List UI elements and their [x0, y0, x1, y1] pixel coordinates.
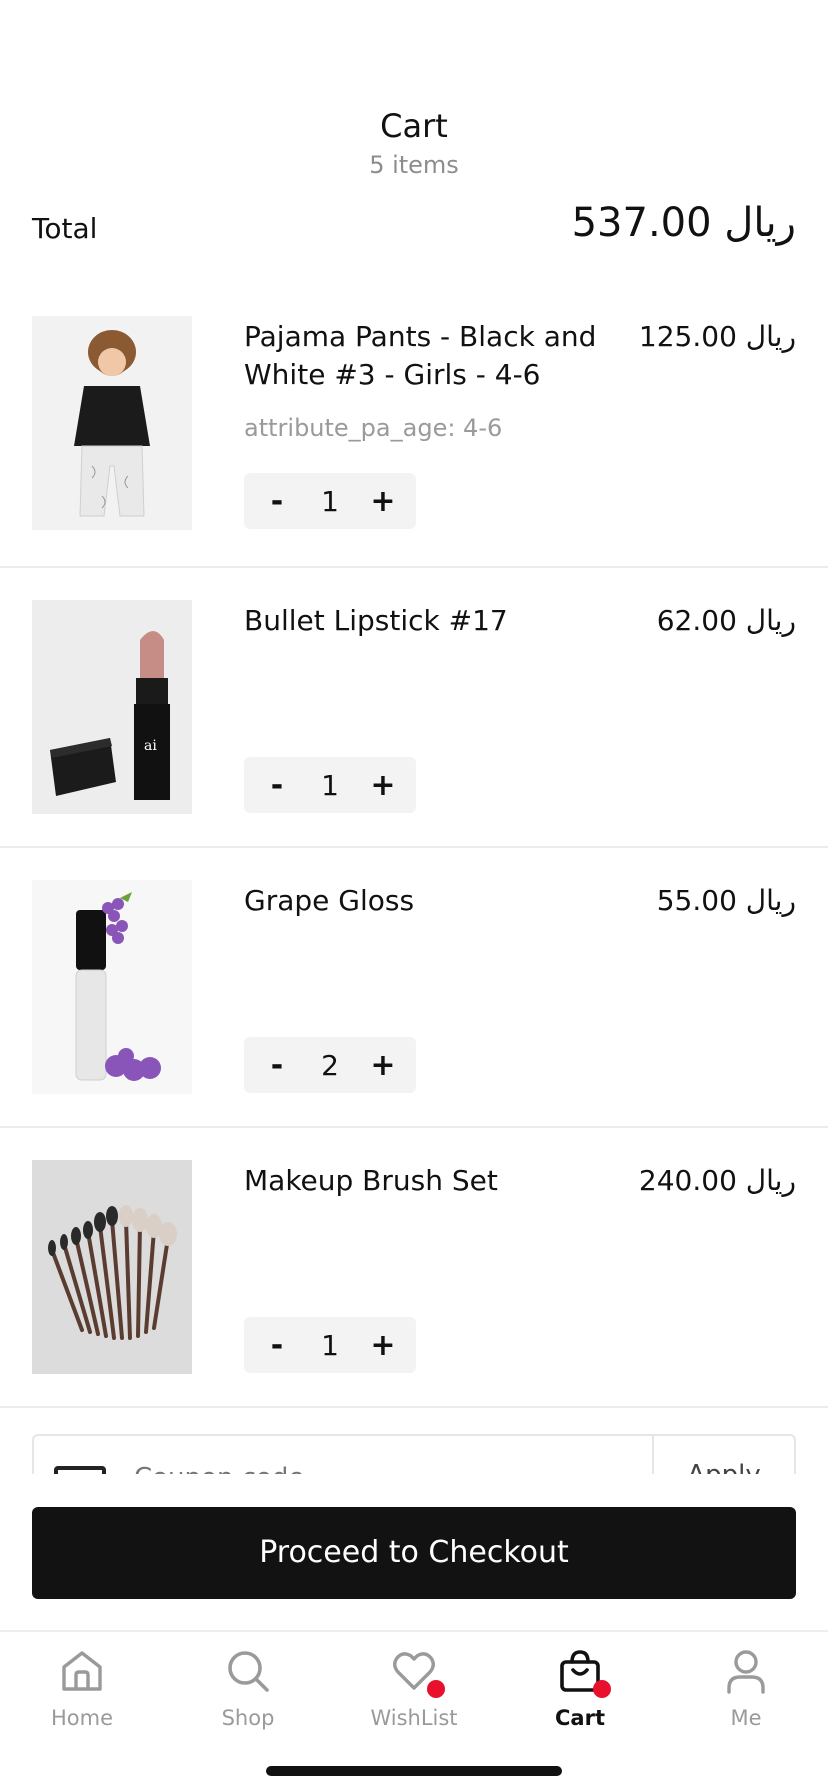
tab-wishlist[interactable]: WishList — [344, 1648, 484, 1730]
product-price: 240.00 ريال — [639, 1162, 796, 1200]
coupon-input[interactable] — [134, 1458, 534, 1474]
total-amount: 537.00 ريال — [572, 200, 796, 246]
total-row: Total 537.00 ريال — [32, 200, 796, 258]
tab-label: Me — [730, 1706, 762, 1730]
tab-label: Cart — [555, 1706, 605, 1730]
tab-label: Shop — [221, 1706, 275, 1730]
quantity-stepper: - 1 + — [244, 757, 416, 813]
quantity-value: 2 — [321, 1048, 339, 1082]
tab-home[interactable]: Home — [12, 1648, 152, 1730]
price-currency: ريال — [745, 1164, 796, 1197]
quantity-value: 1 — [321, 768, 339, 802]
decrease-button[interactable]: - — [262, 1048, 292, 1083]
apply-coupon-button[interactable]: Apply — [652, 1436, 794, 1474]
product-price: 55.00 ريال — [657, 882, 796, 920]
price-currency: ريال — [745, 604, 796, 637]
price-currency: ريال — [745, 884, 796, 917]
shopping-bag-icon — [557, 1648, 611, 1698]
product-name[interactable]: Pajama Pants - Black and White #3 - Girl… — [244, 318, 644, 394]
product-price: 62.00 ريال — [657, 602, 796, 640]
increase-button[interactable]: + — [368, 484, 398, 519]
price-value: 62.00 — [656, 604, 737, 637]
decrease-button[interactable]: - — [262, 1328, 292, 1363]
product-name[interactable]: Bullet Lipstick #17 — [244, 602, 644, 640]
price-value: 125.00 — [638, 320, 737, 353]
product-image-lipstick[interactable]: ai — [32, 600, 192, 814]
product-image-gloss[interactable] — [32, 880, 192, 1094]
quantity-stepper: - 1 + — [244, 1317, 416, 1373]
coupon-section: % Apply — [32, 1434, 796, 1474]
product-price: 125.00 ريال — [639, 318, 796, 356]
item-count: 5 items — [369, 151, 459, 179]
product-name[interactable]: Grape Gloss — [244, 882, 644, 920]
svg-text:ai: ai — [144, 738, 157, 754]
cart-item: Makeup Brush Set 240.00 ريال - 1 + — [0, 1128, 828, 1408]
tab-cart[interactable]: Cart — [510, 1648, 650, 1730]
home-indicator — [266, 1766, 562, 1776]
increase-button[interactable]: + — [368, 1048, 398, 1083]
quantity-stepper: - 2 + — [244, 1037, 416, 1093]
coupon-box: % Apply — [32, 1434, 796, 1474]
price-value: 240.00 — [638, 1164, 737, 1197]
cart-item: ai Bullet Lipstick #17 62.00 ريال - 1 + — [0, 568, 828, 848]
home-icon — [59, 1648, 105, 1698]
product-name[interactable]: Makeup Brush Set — [244, 1162, 644, 1200]
total-currency: ريال — [724, 200, 796, 246]
coupon-percent-icon: % — [54, 1466, 106, 1474]
cart-list: Pajama Pants - Black and White #3 - Girl… — [0, 284, 828, 1408]
total-label: Total — [32, 212, 98, 245]
user-icon — [723, 1648, 769, 1698]
tab-label: WishList — [370, 1706, 458, 1730]
product-image-pajama[interactable] — [32, 316, 192, 530]
proceed-to-checkout-button[interactable]: Proceed to Checkout — [32, 1507, 796, 1599]
cart-badge — [593, 1680, 611, 1698]
tab-label: Home — [50, 1706, 113, 1730]
quantity-value: 1 — [321, 484, 339, 518]
quantity-value: 1 — [321, 1328, 339, 1362]
price-currency: ريال — [745, 320, 796, 353]
quantity-stepper: - 1 + — [244, 473, 416, 529]
tab-me[interactable]: Me — [676, 1648, 816, 1730]
cart-item: Grape Gloss 55.00 ريال - 2 + — [0, 848, 828, 1128]
heart-icon — [391, 1648, 445, 1698]
price-value: 55.00 — [656, 884, 737, 917]
page-title: Cart — [380, 107, 448, 145]
tab-shop[interactable]: Shop — [178, 1648, 318, 1730]
wishlist-badge — [427, 1680, 445, 1698]
increase-button[interactable]: + — [368, 1328, 398, 1363]
search-icon — [225, 1648, 271, 1698]
increase-button[interactable]: + — [368, 768, 398, 803]
total-value: 537.00 — [571, 200, 712, 246]
decrease-button[interactable]: - — [262, 484, 292, 519]
page-header: Cart 5 items — [0, 106, 828, 180]
cart-item: Pajama Pants - Black and White #3 - Girl… — [0, 284, 828, 568]
product-image-brushes[interactable] — [32, 1160, 192, 1374]
product-attribute: attribute_pa_age: 4-6 — [244, 414, 503, 442]
decrease-button[interactable]: - — [262, 768, 292, 803]
